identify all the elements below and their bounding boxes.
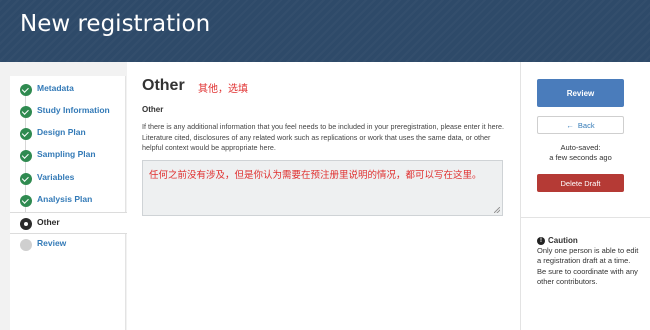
sidebar-item-label: Design Plan bbox=[37, 127, 86, 137]
page-header-title: New registration bbox=[20, 11, 211, 37]
page-header: New registration bbox=[0, 0, 650, 62]
textarea-value: 任何之前没有涉及，但是你认为需要在预注册里说明的情况，都可以写在这里。 bbox=[149, 170, 482, 181]
sidebar-item-label: Other bbox=[37, 217, 60, 227]
autosave-label: Auto-saved: bbox=[560, 143, 601, 152]
sidebar-item-sampling-plan[interactable]: Sampling Plan bbox=[10, 145, 126, 167]
other-textarea[interactable]: 任何之前没有涉及，但是你认为需要在预注册里说明的情况，都可以写在这里。 bbox=[142, 160, 503, 216]
sidebar-item-label: Analysis Plan bbox=[37, 194, 93, 204]
resize-grip-icon[interactable] bbox=[494, 207, 500, 213]
arrow-left-icon: ← bbox=[566, 120, 574, 130]
sidebar-item-variables[interactable]: Variables bbox=[10, 168, 126, 190]
annotation-text: 其他，选填 bbox=[198, 84, 248, 95]
sidebar-item-design-plan[interactable]: Design Plan bbox=[10, 123, 126, 145]
sidebar-item-label: Study Information bbox=[37, 105, 110, 115]
back-button[interactable]: ← Back bbox=[537, 116, 624, 134]
sidebar-item-study-information[interactable]: Study Information bbox=[10, 101, 126, 123]
sidebar-item-metadata[interactable]: Metadata bbox=[10, 79, 126, 101]
autosave-time: a few seconds ago bbox=[549, 153, 612, 162]
other-field-help-text: If there is any additional information t… bbox=[142, 122, 504, 152]
sidebar-item-review[interactable]: Review bbox=[10, 234, 126, 256]
check-circle-icon bbox=[20, 150, 32, 162]
main-content: Other 其他，选填 Other If there is any additi… bbox=[127, 62, 520, 330]
pending-step-icon bbox=[20, 239, 32, 251]
actions-panel: Review ← Back Auto-saved: a few seconds … bbox=[520, 62, 650, 330]
check-circle-icon bbox=[20, 128, 32, 140]
caution-title: Caution bbox=[548, 236, 578, 245]
back-button-label: Back bbox=[577, 120, 595, 130]
check-circle-icon bbox=[20, 84, 32, 96]
panel-divider bbox=[521, 217, 650, 218]
page-title: Other bbox=[142, 77, 185, 94]
current-step-icon bbox=[20, 218, 32, 230]
autosave-status: Auto-saved: a few seconds ago bbox=[537, 143, 624, 163]
delete-draft-button[interactable]: Delete Draft bbox=[537, 174, 624, 192]
caution-heading: ! Caution bbox=[537, 236, 641, 246]
sidebar-item-label: Variables bbox=[37, 172, 75, 182]
caution-text: Only one person is able to edit a regist… bbox=[537, 246, 639, 286]
sidebar-item-label: Review bbox=[37, 238, 67, 248]
registration-steps-nav: Metadata Study Information Design Plan S… bbox=[10, 76, 127, 330]
review-button[interactable]: Review bbox=[537, 79, 624, 107]
sidebar-item-analysis-plan[interactable]: Analysis Plan bbox=[10, 190, 126, 212]
check-circle-icon bbox=[20, 173, 32, 185]
check-circle-icon bbox=[20, 195, 32, 207]
sidebar-item-other[interactable]: Other bbox=[10, 212, 127, 234]
exclamation-circle-icon: ! bbox=[537, 237, 545, 246]
caution-notice: ! Caution Only one person is able to edi… bbox=[537, 236, 641, 287]
sidebar-item-label: Metadata bbox=[37, 83, 74, 93]
sidebar-item-label: Sampling Plan bbox=[37, 149, 96, 159]
other-field-label: Other bbox=[142, 105, 164, 114]
check-circle-icon bbox=[20, 106, 32, 118]
